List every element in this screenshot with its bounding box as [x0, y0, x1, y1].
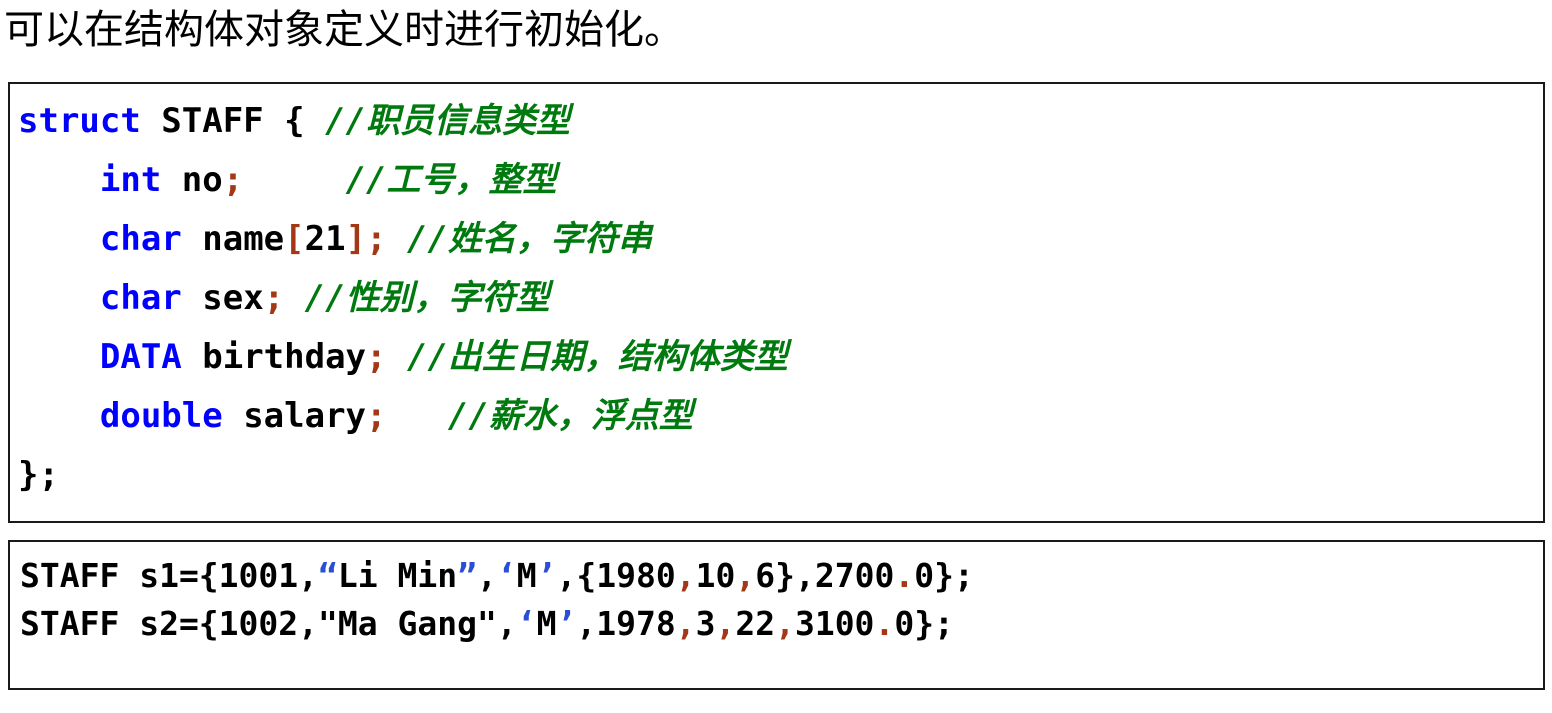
init-s1-comma-2: , — [556, 556, 577, 595]
init-s2-month: 3 — [695, 604, 716, 643]
init-s1-date-sep-2: , — [735, 556, 756, 595]
init-s1-name-value: Li Min — [337, 556, 458, 595]
init-s2-char-open-quote: ‘ — [516, 604, 537, 643]
init-s1-salary-int: 2700 — [814, 556, 895, 595]
init-s1-char-close-quote: ’ — [536, 556, 557, 595]
indent-member-salary — [18, 396, 100, 436]
bracket-close-name: ] — [345, 219, 367, 259]
comment-member-salary: //薪水，浮点型 — [447, 396, 693, 436]
indent-member-birthday — [18, 337, 100, 377]
init-s2-comma-3: , — [775, 604, 795, 643]
init-s2-salary-frac: 0 — [894, 604, 915, 643]
init-s1-comma-3: , — [794, 556, 815, 595]
init-s2-day: 22 — [735, 604, 776, 643]
code-line-member-salary: double salary; //薪水，浮点型 — [18, 387, 1543, 446]
init-s2-string-close-quote: " — [476, 604, 497, 643]
identifier-birthday: birthday — [181, 337, 367, 377]
keyword-int: int — [99, 160, 162, 200]
code-line-member-birthday: DATA birthday; //出生日期，结构体类型 — [18, 328, 1543, 387]
comment-struct-declaration: //职员信息类型 — [325, 101, 571, 141]
keyword-char-name: char — [99, 219, 182, 259]
type-data: DATA — [99, 337, 182, 377]
initialization-code-block: STAFF s1={1001,“Li Min”,‘M’,{1980,10,6},… — [8, 540, 1545, 690]
init-s1-salary-dot: . — [894, 556, 915, 595]
comment-member-sex: //性别，字符型 — [304, 278, 550, 318]
comment-member-birthday: //出生日期，结构体类型 — [406, 337, 788, 377]
init-s2-salary-int: 3100 — [794, 604, 875, 643]
init-s2-sex-value: M — [536, 604, 557, 643]
gap-member-sex — [284, 278, 304, 318]
init-s1-tail: }; — [934, 556, 974, 595]
semicolon-member-name: ; — [366, 219, 387, 259]
page-title: 可以在结构体对象定义时进行初始化。 — [4, 7, 684, 53]
identifier-name: name — [181, 219, 285, 259]
indent-member-no — [18, 160, 100, 200]
init-s1-month: 10 — [695, 556, 736, 595]
struct-name-and-brace: STAFF { — [140, 101, 326, 141]
init-s2-char-close-quote: ’ — [556, 604, 577, 643]
keyword-struct: struct — [18, 101, 141, 141]
semicolon-member-no: ; — [222, 160, 244, 200]
init-s2-tail: }; — [914, 604, 954, 643]
struct-definition-code-block: struct STAFF { //职员信息类型 int no; //工号，整型 … — [8, 82, 1545, 523]
array-size-name: 21 — [304, 219, 346, 259]
code-line-init-s2: STAFF s2={1002,"Ma Gang",‘M’,1978,3,22,3… — [20, 600, 1543, 648]
init-s2-comma-1: , — [496, 604, 517, 643]
identifier-sex: sex — [181, 278, 264, 318]
bracket-open-name: [ — [284, 219, 305, 259]
init-s2-comma-2: , — [576, 604, 597, 643]
code-line-member-no: int no; //工号，整型 — [18, 151, 1543, 210]
init-s1-string-close-quote: ” — [457, 556, 477, 595]
init-s1-salary-frac: 0 — [914, 556, 935, 595]
gap-member-name — [387, 219, 407, 259]
init-s1-date-sep-1: , — [675, 556, 696, 595]
code-line-member-name: char name[21]; //姓名，字符串 — [18, 210, 1543, 269]
init-s1-date-brace-open: { — [576, 556, 597, 595]
code-line-init-s1: STAFF s1={1001,“Li Min”,‘M’,{1980,10,6},… — [20, 552, 1543, 600]
gap-member-salary — [387, 396, 448, 436]
init-s1-string-open-quote: “ — [318, 556, 338, 595]
identifier-no: no — [161, 160, 223, 200]
code-line-struct-declaration: struct STAFF { //职员信息类型 — [18, 92, 1543, 151]
struct-closing-brace: }; — [18, 455, 59, 495]
keyword-char-sex: char — [99, 278, 182, 318]
init-s1-head: STAFF s1={1001, — [20, 556, 319, 595]
init-s2-string-open-quote: " — [318, 604, 338, 643]
init-s2-salary-dot: . — [874, 604, 895, 643]
semicolon-member-sex: ; — [263, 278, 285, 318]
gap-member-no — [243, 160, 345, 200]
semicolon-member-salary: ; — [366, 396, 387, 436]
init-s1-date-brace-close: } — [775, 556, 795, 595]
init-s1-char-open-quote: ‘ — [496, 556, 517, 595]
init-s2-name-value: Ma Gang — [337, 604, 477, 643]
init-s2-date-sep-1: , — [675, 604, 696, 643]
code-line-member-sex: char sex; //性别，字符型 — [18, 269, 1543, 328]
comment-member-name: //姓名，字符串 — [407, 219, 652, 259]
code-line-struct-close: }; — [18, 446, 1543, 505]
keyword-double: double — [99, 396, 223, 436]
comment-member-no: //工号，整型 — [345, 160, 557, 200]
gap-member-birthday — [387, 337, 407, 377]
init-s2-year: 1978 — [596, 604, 676, 643]
identifier-salary: salary — [222, 396, 367, 436]
init-s1-comma-1: , — [476, 556, 497, 595]
init-s1-year: 1980 — [596, 556, 676, 595]
semicolon-member-birthday: ; — [366, 337, 387, 377]
init-s1-sex-value: M — [516, 556, 537, 595]
indent-member-sex — [18, 278, 100, 318]
init-s1-day: 6 — [755, 556, 776, 595]
init-s2-date-sep-2: , — [715, 604, 736, 643]
indent-member-name — [18, 219, 100, 259]
init-s2-head: STAFF s2={1002, — [20, 604, 319, 643]
slide-page: 可以在结构体对象定义时进行初始化。 struct STAFF { //职员信息类… — [0, 0, 1552, 713]
